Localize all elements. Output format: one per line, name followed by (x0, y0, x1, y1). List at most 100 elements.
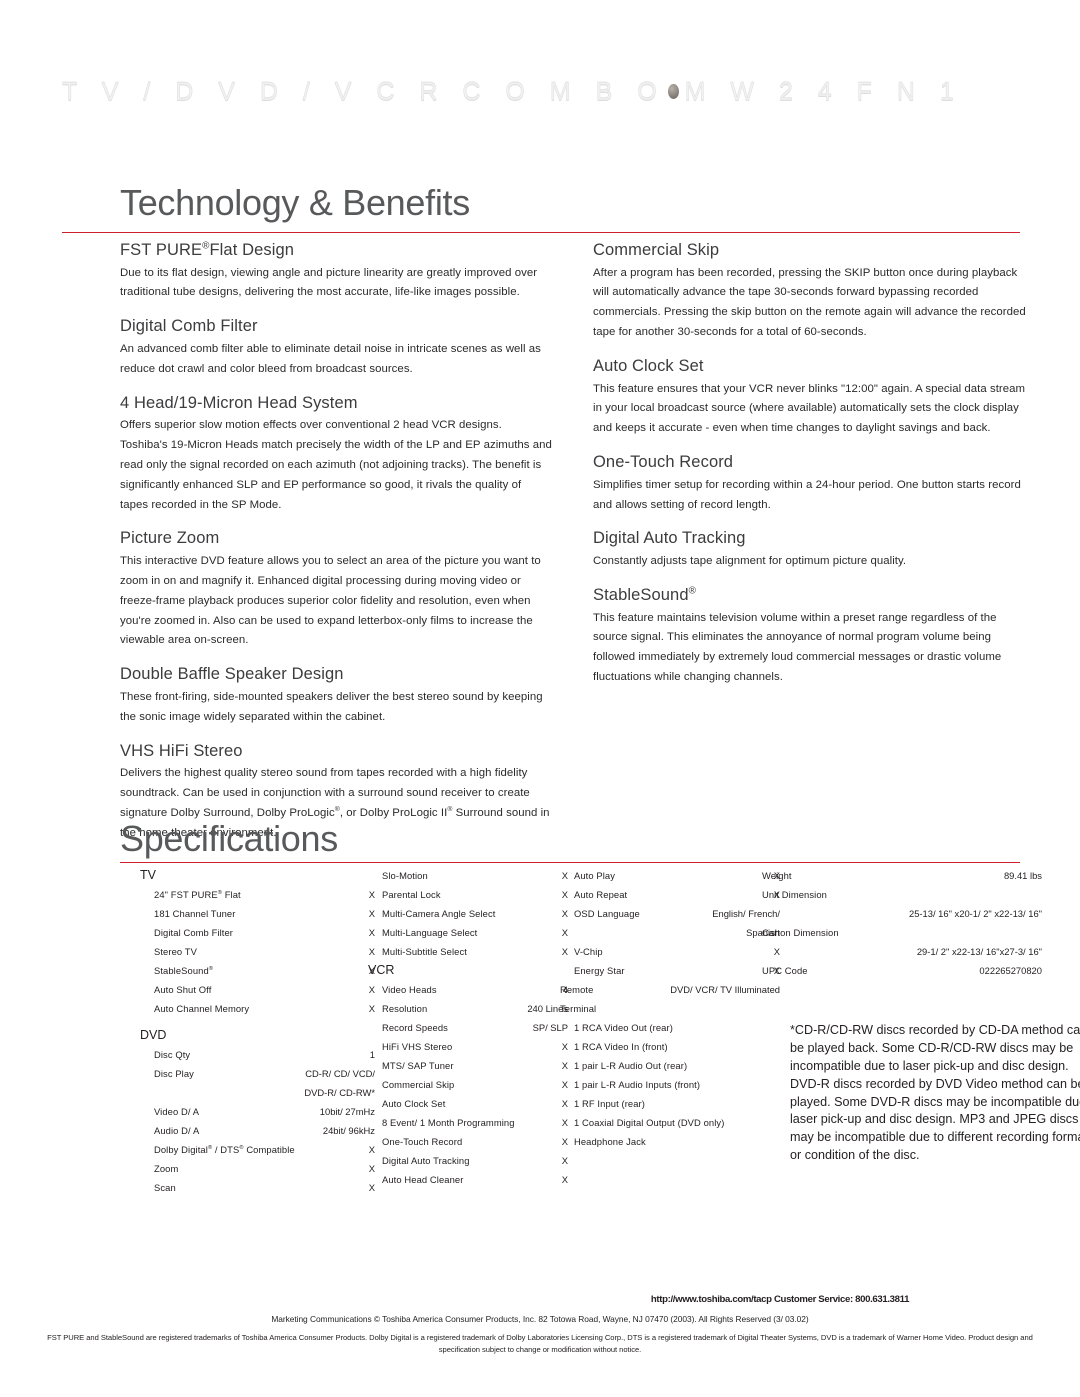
spec-row-label: Remote (560, 983, 594, 995)
spec-row: 181 Channel Tuner X (140, 904, 375, 923)
feature-heading-text: Picture Zoom (120, 529, 220, 548)
spec-row: Energy Star X (560, 961, 780, 980)
spec-row-label: Auto Clock Set (382, 1097, 446, 1109)
footer-url-and-phone[interactable]: http://www.toshiba.com/tacp Customer Ser… (0, 1294, 1080, 1305)
spec-row-label: Unit Dimension (762, 888, 827, 900)
spec-row-value: 022265270820 (979, 964, 1042, 976)
feature-body: This feature maintains television volume… (593, 611, 1002, 684)
spec-row-label: Audio D/ A (154, 1124, 200, 1136)
feature-heading-text: 4 Head/19-Micron Head System (120, 393, 358, 412)
spec-row-label: One-Touch Record (382, 1135, 463, 1147)
feature-heading: VHS HiFi Stereo (120, 741, 552, 762)
kicker-text-after: M W 2 4 F N 1 (684, 78, 963, 107)
spec-row: Stereo TV X (140, 942, 375, 961)
spec-row-label: 1 RF Input (rear) (574, 1097, 645, 1109)
spec-row: Weight 89.41 lbs (762, 866, 1042, 885)
spec-row: Parental Lock X (368, 885, 568, 904)
spec-row-label: 8 Event/ 1 Month Programming (382, 1116, 515, 1128)
registered-trademark-icon: ® (688, 585, 696, 597)
feature-heading: 4 Head/19-Micron Head System (120, 393, 552, 414)
feature-heading: Double Baffle Speaker Design (120, 664, 552, 685)
footer-trademarks: FST PURE and StableSound are registered … (47, 1333, 1033, 1354)
spec-row: Remote DVD/ VCR/ TV Illuminated (560, 980, 780, 999)
feature-heading: Commercial Skip (593, 240, 1033, 261)
spec-row: MTS/ SAP Tuner X (368, 1056, 568, 1075)
technology-section-rule (62, 232, 1020, 233)
feature-heading-tail: Flat Design (209, 241, 295, 259)
feature-body: Due to its flat design, viewing angle an… (120, 266, 538, 299)
registered-trademark-icon: ® (334, 806, 340, 814)
spec-row-label: Stereo TV (154, 945, 197, 957)
spec-row-label: Video Heads (382, 983, 437, 995)
registered-trademark-icon: ® (239, 1144, 244, 1151)
spec-group-heading: VCR (368, 963, 395, 977)
feature-block: Digital Auto Tracking Constantly adjusts … (593, 528, 1033, 571)
feature-heading-text: StableSound (593, 585, 689, 604)
spec-row: Commercial Skip X (368, 1075, 568, 1094)
footer-copyright: Marketing Communications © Toshiba Ameri… (271, 1314, 809, 1324)
spec-row-label: 24" FST PURE® Flat (154, 888, 241, 900)
spec-row: 1 pair L-R Audio Out (rear) (560, 1056, 780, 1075)
spec-row-label: Digital Auto Tracking (382, 1154, 470, 1166)
registered-trademark-icon: ® (447, 806, 453, 814)
spec-row-label: 181 Channel Tuner (154, 907, 236, 919)
feature-heading-text: Digital Auto Tracking (593, 529, 746, 548)
spec-row-label: Weight (762, 869, 792, 881)
kicker-text-before: T V / D V D / V C R C O M B O (62, 78, 666, 107)
spec-row: Disc Play CD-R/ CD/ VCD/ (140, 1064, 375, 1083)
feature-heading: FST PURE®Flat Design (120, 240, 552, 261)
spec-row-label: Multi-Subtitle Select (382, 945, 467, 957)
page-header: T V / D V D / V C R C O M B O M W 2 4 F N… (62, 78, 1022, 124)
registered-trademark-icon: ® (208, 965, 214, 972)
feature-heading: One-Touch Record (593, 452, 1033, 473)
spec-row-label: Digital Comb Filter (154, 926, 234, 938)
spec-row: Auto Clock Set X (368, 1094, 568, 1113)
feature-heading: StableSound® (593, 585, 1033, 606)
feature-block: 4 Head/19-Micron Head System Offers super… (120, 393, 552, 516)
spec-row-label: Slo-Motion (382, 869, 428, 881)
spec-row-label: Dolby Digital® / DTS® Compatible (154, 1143, 295, 1155)
spec-row-label: Multi-Camera Angle Select (382, 907, 496, 919)
feature-block: Picture Zoom This interactive DVD feature… (120, 528, 552, 651)
feature-block: Digital Comb Filter An advanced comb filt… (120, 316, 552, 379)
feature-heading-text: VHS HiFi Stereo (120, 741, 243, 760)
feature-block: Auto Clock Set This feature ensures that … (593, 356, 1033, 439)
spec-row: 1 RCA Video Out (rear) (560, 1018, 780, 1037)
spec-row-value: X (561, 1154, 568, 1166)
feature-heading-text: FST PURE (120, 241, 203, 259)
spec-row-label: Auto Channel Memory (154, 1002, 250, 1014)
spec-row-label: Auto Repeat (574, 888, 628, 900)
spec-column-2: Slo-Motion X Parental Lock X Multi-Camera An… (368, 866, 568, 1189)
technology-left-column: FST PURE®Flat Design Due to its flat desi… (120, 240, 552, 857)
registered-trademark-icon: ® (217, 889, 222, 896)
spec-row-label: 1 RCA Video In (front) (574, 1040, 668, 1052)
spec-row-label: UPC Code (762, 964, 808, 976)
spec-group-heading: TV (140, 868, 156, 882)
spec-row-label: Auto Play (574, 869, 616, 881)
spec-row-label: Carton Dimension (762, 926, 839, 938)
spec-row: DVD-R/ CD-RW* (140, 1083, 375, 1102)
spec-row-value: 89.41 lbs (1003, 869, 1042, 881)
feature-block: Commercial Skip After a program has been … (593, 240, 1033, 343)
spec-row: Scan X (140, 1178, 375, 1197)
spec-row: 25-13/ 16" x20-1/ 2" x22-13/ 16" (762, 904, 1042, 923)
spec-row-label: HiFi VHS Stereo (382, 1040, 453, 1052)
feature-heading-text: Commercial Skip (593, 241, 720, 259)
spec-row: OSD Language English/ French/ (560, 904, 780, 923)
spec-row-label: MTS/ SAP Tuner (382, 1059, 454, 1071)
registered-trademark-icon: ® (207, 1144, 213, 1151)
spec-row: Headphone Jack (560, 1132, 780, 1151)
spec-row: Auto Repeat X (560, 885, 780, 904)
feature-heading-text: Digital Comb Filter (120, 317, 258, 336)
spec-row-label: Auto Shut Off (154, 983, 212, 995)
spec-row-label: Parental Lock (382, 888, 441, 900)
spec-spacer (140, 1018, 375, 1026)
specifications-section-title: Specifications (120, 818, 338, 859)
spec-row: HiFi VHS Stereo X (368, 1037, 568, 1056)
feature-body: An advanced comb filter able to eliminat… (120, 342, 541, 375)
feature-heading: Digital Auto Tracking (593, 528, 1033, 549)
spec-row-label: Record Speeds (382, 1021, 448, 1033)
spec-row-label: 1 pair L-R Audio Inputs (front) (574, 1078, 701, 1090)
spec-row-label: Energy Star (574, 964, 625, 976)
spec-row-label: 1 RCA Video Out (rear) (574, 1021, 673, 1033)
